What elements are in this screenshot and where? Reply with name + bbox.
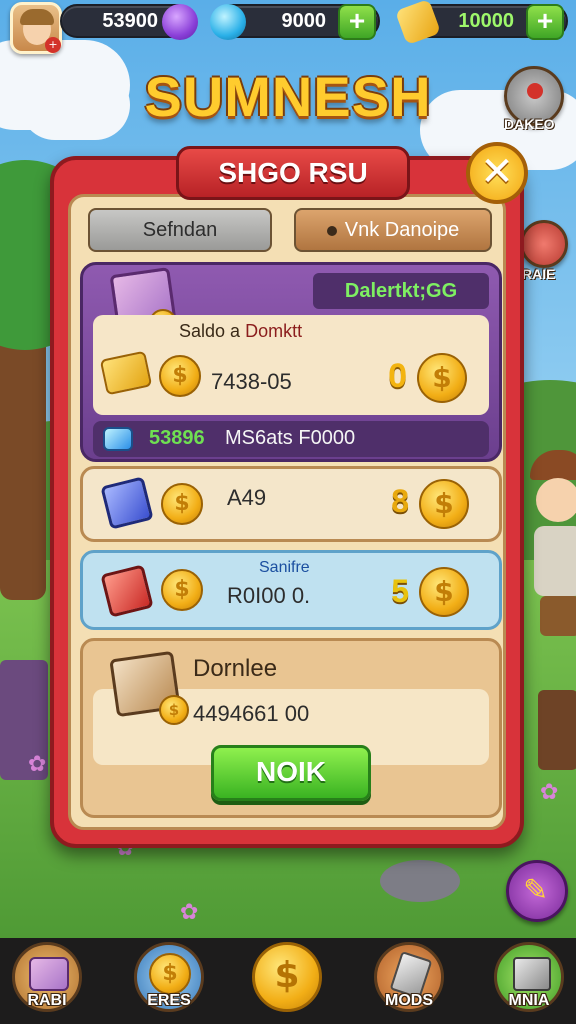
featured-badge: Dalertkt;GG	[313, 273, 489, 309]
blue-crystal-icon	[210, 4, 246, 40]
tab-second-label: Vnk Danoipe	[344, 219, 460, 241]
shop-item-label: R0I00 0.	[227, 583, 311, 608]
gold-coin-icon: $	[161, 483, 203, 525]
gold-coin-icon: $	[417, 353, 467, 403]
notification-badge-icon: +	[45, 37, 61, 53]
tab-second[interactable]: Vnk Danoipe	[294, 208, 492, 252]
blue-gem-bundle-icon	[100, 476, 154, 530]
gold-coin-icon: $	[419, 567, 469, 617]
gold-bar-icon	[394, 0, 442, 46]
nav-label-rabi: RABI	[27, 992, 67, 1009]
purchase-panel: $ Dornlee 4494661 00 NOIK	[80, 638, 502, 818]
add-crystals-button[interactable]: +	[338, 4, 376, 40]
featured-footer-value: 53896	[149, 427, 205, 449]
currency-gems-value: 53900	[102, 10, 158, 32]
shop-dialog: SHGO RSU ✕ Sefndan Vnk Danoipe Dalertkt;…	[50, 142, 528, 848]
currency-gold[interactable]: 10000 +	[394, 0, 568, 46]
shop-item-count: 8	[391, 483, 409, 519]
close-icon: ✕	[480, 149, 514, 195]
featured-body: Saldo a Domktt $ 7438-05 0 $	[93, 315, 489, 415]
shop-item-label: A49	[227, 485, 267, 510]
currency-crystals[interactable]: 9000 +	[210, 4, 380, 40]
avatar-hair	[20, 9, 54, 25]
featured-price: 7438-05	[211, 369, 292, 394]
nav-label-mnia: MNIA	[508, 992, 550, 1009]
side-button-top-icon	[527, 83, 543, 99]
shop-item-card[interactable]: Sanifre $ R0I00 0. 5 $	[80, 550, 502, 630]
gold-coin-icon: $	[161, 569, 203, 611]
game-title: SUMNESH	[144, 65, 432, 128]
purple-gem-icon	[162, 4, 198, 40]
player-avatar[interactable]: +	[10, 2, 62, 54]
top-hud: + 53900 9000 + 10000 +	[0, 0, 576, 54]
dialog-title: SHGO RSU	[176, 146, 410, 200]
gold-coin-icon: $	[419, 479, 469, 529]
gift-box-icon	[513, 957, 551, 991]
side-button-mid-label: RAIE	[522, 266, 556, 282]
rock	[538, 690, 576, 770]
featured-count: 0	[388, 357, 407, 395]
gold-bars-icon	[99, 350, 153, 396]
flower-icon: ✿	[540, 780, 559, 805]
hammer-icon: ✎	[523, 873, 549, 908]
featured-footer-text: MS6ats F0000	[225, 427, 356, 449]
shop-item-title: Sanifre	[259, 559, 310, 576]
red-gem-bundle-icon	[100, 564, 154, 618]
bottom-nav: RABI $ ERES $ MODS MNIA	[0, 938, 576, 1024]
nav-label-eres: ERES	[147, 992, 191, 1009]
flower-icon: ✿	[180, 900, 199, 925]
add-gold-button[interactable]: +	[526, 4, 564, 40]
shop-item-count: 5	[391, 573, 409, 609]
purchase-panel-title: Dornlee	[193, 655, 278, 682]
nav-button-coin-shop[interactable]: $	[252, 942, 322, 1012]
confirm-button[interactable]: NOIK	[211, 745, 371, 801]
flower-icon: ✿	[28, 752, 47, 777]
blue-crystal-icon	[103, 427, 133, 451]
featured-subtitle-prefix: Saldo a	[179, 321, 241, 341]
featured-subtitle-accent: Domktt	[245, 321, 303, 341]
shop-item-card[interactable]: $ A49 8 $	[80, 466, 502, 542]
side-button-mid[interactable]	[520, 220, 568, 268]
currency-gems[interactable]: 53900	[60, 4, 198, 40]
featured-offer-card[interactable]: Dalertkt;GG $ Saldo a Domktt $ 7438-05 0…	[80, 262, 502, 462]
gold-coin-icon: $	[159, 695, 189, 725]
tab-first[interactable]: Sefndan	[88, 208, 272, 252]
side-button-top-label: DAKEO	[504, 116, 555, 132]
currency-crystals-value: 9000	[281, 10, 327, 32]
quick-action-button[interactable]: ✎	[506, 860, 568, 922]
gold-coin-icon: $	[159, 355, 201, 397]
currency-gold-value: 10000	[458, 10, 514, 32]
rock	[380, 860, 460, 902]
gold-coin-icon: $	[149, 953, 191, 995]
close-button[interactable]: ✕	[466, 142, 528, 204]
nav-label-mods: MODS	[385, 992, 433, 1009]
coin-shop-icon: $	[274, 955, 300, 996]
featured-footer: 53896 MS6ats F0000	[93, 421, 489, 457]
npc-character[interactable]	[526, 450, 576, 640]
tab-dot-icon	[326, 225, 337, 236]
featured-subtitle: Saldo a Domktt	[179, 321, 302, 342]
treasure-chest-icon	[29, 957, 69, 991]
purchase-panel-amount: 4494661 00	[193, 701, 310, 726]
